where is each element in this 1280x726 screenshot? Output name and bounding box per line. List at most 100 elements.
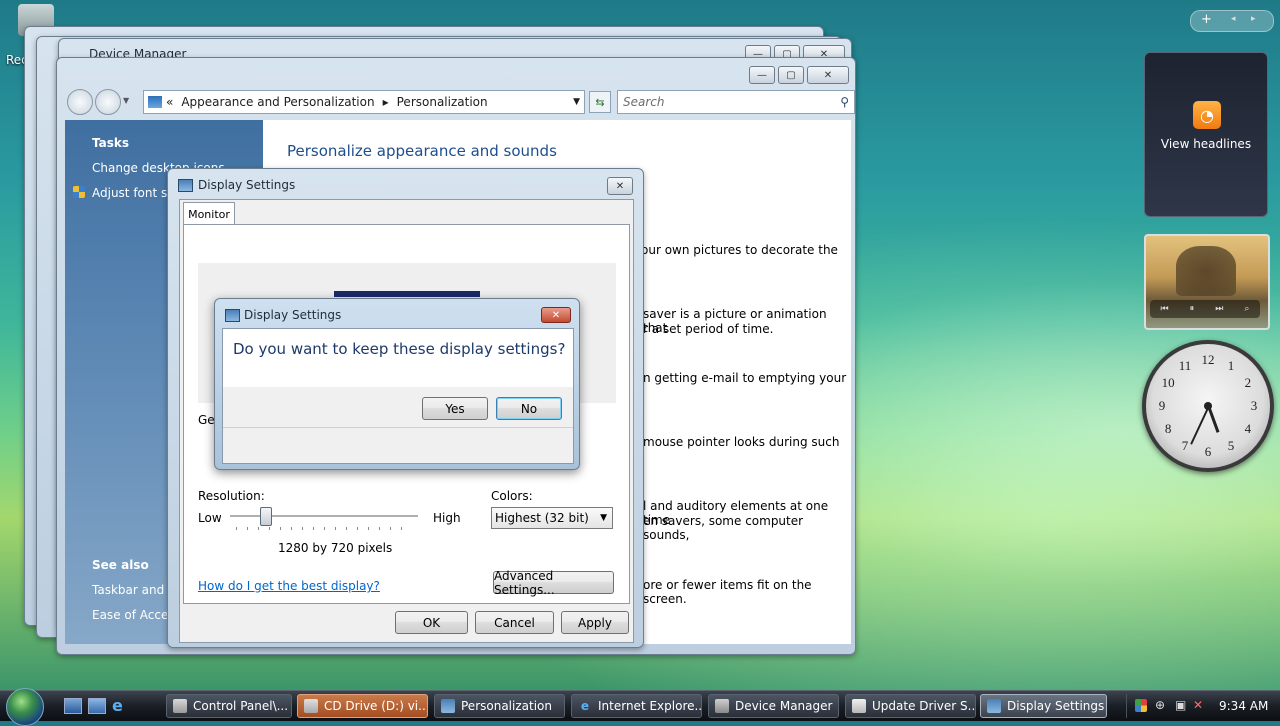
security-shield-icon[interactable] [1135, 699, 1147, 712]
page-title: Personalize appearance and sounds [287, 142, 557, 160]
breadcrumb-separator-icon[interactable]: ▸ [383, 95, 389, 109]
taskbar-item-display-settings[interactable]: Display Settings [980, 694, 1107, 718]
minimize-button[interactable]: — [749, 66, 775, 84]
sounds-desc: n getting e-mail to emptying your [643, 371, 847, 385]
previous-page-icon[interactable]: ◂ [1231, 14, 1236, 24]
close-button[interactable]: ✕ [807, 66, 849, 84]
confirm-dialog-title: Display Settings [244, 308, 342, 322]
resolution-slider-thumb[interactable] [260, 507, 273, 526]
clock-number: 11 [1178, 358, 1192, 374]
feed-headlines-gadget[interactable]: ◔ View headlines [1144, 52, 1268, 217]
tab-monitor[interactable]: Monitor [183, 202, 235, 225]
previous-icon[interactable]: ⏮ [1161, 304, 1169, 314]
control-panel-icon [148, 96, 162, 108]
control-panel-icon [173, 699, 187, 713]
volume-muted-icon[interactable]: ✕ [1193, 698, 1203, 712]
cancel-button[interactable]: Cancel [475, 611, 554, 634]
sidebar-controls: + ◂ ▸ [1190, 10, 1274, 32]
close-button[interactable]: ✕ [541, 307, 571, 323]
no-button[interactable]: No [496, 397, 562, 420]
language-icon[interactable]: ⊕ [1155, 698, 1165, 712]
taskbar-item-device-manager[interactable]: Device Manager [708, 694, 839, 718]
clock-number: 7 [1181, 437, 1189, 453]
font-size-desc: ore or fewer items fit on the screen. [643, 578, 812, 606]
close-button[interactable]: ✕ [607, 177, 633, 195]
colors-label: Colors: [491, 489, 533, 503]
search-icon[interactable]: ⚲ [840, 95, 849, 109]
see-also-heading: See also [92, 558, 149, 572]
clock-number: 2 [1244, 375, 1252, 390]
clock-number: 12 [1201, 352, 1215, 367]
ok-button[interactable]: OK [395, 611, 468, 634]
monitor-preview[interactable] [334, 291, 480, 297]
confirm-question: Do you want to keep these display settin… [233, 340, 566, 358]
start-button[interactable] [6, 688, 44, 726]
mouse-pointer-desc: mouse pointer looks during such [643, 435, 840, 449]
slideshow-gadget[interactable]: ⏮ ⏸ ⏭ ⌕ [1144, 234, 1270, 330]
confirm-message-area: Do you want to keep these display settin… [223, 329, 573, 387]
taskbar-item-control-panel[interactable]: Control Panel\... [166, 694, 292, 718]
notification-area: ⊕ ▣ ✕ 9:34 AM [1126, 694, 1277, 718]
display-icon [178, 179, 193, 192]
help-link[interactable]: How do I get the best display? [198, 579, 380, 593]
clock-number: 10 [1161, 375, 1175, 390]
internet-explorer-icon: e [580, 699, 590, 713]
maximize-button[interactable]: ▢ [778, 66, 804, 84]
resolution-slider-track[interactable] [230, 515, 418, 518]
view-headlines-label[interactable]: View headlines [1145, 137, 1267, 151]
tasks-heading: Tasks [92, 136, 130, 150]
clock-number: 8 [1164, 421, 1172, 436]
resolution-label: Resolution: [198, 489, 265, 503]
next-icon[interactable]: ⏭ [1215, 304, 1223, 314]
taskbar: e Control Panel\... CD Drive (D:) vi... … [0, 688, 1280, 726]
search-input[interactable]: Search ⚲ [617, 90, 855, 114]
rss-icon: ◔ [1193, 101, 1221, 129]
taskbar-item-personalization[interactable]: Personalization [434, 694, 565, 718]
divider [223, 427, 573, 428]
device-manager-icon [715, 699, 729, 713]
navigation-toolbar: ▼ « Appearance and Personalization ▸ Per… [65, 88, 855, 116]
confirm-dialog-body: Do you want to keep these display settin… [222, 328, 574, 464]
update-driver-icon [852, 699, 866, 713]
display-settings-icon [987, 699, 1001, 713]
desktop-background-desc: our own pictures to decorate the [641, 243, 838, 257]
slideshow-controls: ⏮ ⏸ ⏭ ⌕ [1150, 300, 1260, 318]
forward-button[interactable] [95, 89, 121, 115]
breadcrumb-prefix[interactable]: « [166, 95, 173, 109]
apply-button[interactable]: Apply [561, 611, 629, 634]
tree-image [1176, 246, 1236, 296]
taskbar-clock[interactable]: 9:34 AM [1219, 699, 1268, 713]
personalization-icon [441, 699, 455, 713]
taskbar-item-internet-explorer[interactable]: e Internet Explore... [571, 694, 702, 718]
clock-center [1204, 402, 1212, 410]
clock-number: 6 [1204, 444, 1212, 459]
clock-number: 4 [1244, 421, 1252, 436]
breadcrumb-personalization[interactable]: Personalization [397, 95, 488, 109]
taskbar-item-cd-drive[interactable]: CD Drive (D:) vi... [297, 694, 428, 718]
yes-button[interactable]: Yes [422, 397, 488, 420]
switch-windows-icon[interactable] [88, 698, 106, 714]
clock-gadget[interactable]: 12 1 2 3 4 5 6 7 8 9 10 11 [1142, 340, 1274, 472]
internet-explorer-icon[interactable]: e [112, 696, 123, 715]
breadcrumb-appearance[interactable]: Appearance and Personalization [181, 95, 374, 109]
advanced-settings-button[interactable]: Advanced Settings... [493, 569, 614, 597]
address-bar[interactable]: « Appearance and Personalization ▸ Perso… [143, 90, 585, 114]
network-icon[interactable]: ▣ [1175, 698, 1186, 712]
colors-select[interactable]: Highest (32 bit) ▼ [491, 507, 613, 529]
clock-number: 5 [1227, 437, 1235, 453]
shield-icon [73, 186, 85, 198]
view-icon[interactable]: ⌕ [1244, 304, 1249, 314]
confirm-dialog[interactable]: Display Settings ✕ Do you want to keep t… [214, 298, 580, 470]
resolution-value: 1280 by 720 pixels [278, 541, 393, 555]
address-dropdown-icon[interactable]: ▼ [573, 97, 580, 107]
resolution-low-label: Low [198, 511, 222, 525]
refresh-icon[interactable]: ⇆ [589, 91, 611, 113]
pause-icon[interactable]: ⏸ [1190, 304, 1195, 314]
back-button[interactable] [67, 89, 93, 115]
recent-pages-chevron-icon[interactable]: ▼ [123, 96, 129, 105]
taskbar-item-update-driver[interactable]: Update Driver S... [845, 694, 976, 718]
next-page-icon[interactable]: ▸ [1251, 14, 1256, 24]
add-gadget-icon[interactable]: + [1201, 12, 1212, 27]
theme-desc-2: en savers, some computer sounds, [643, 514, 804, 542]
show-desktop-icon[interactable] [64, 698, 82, 714]
